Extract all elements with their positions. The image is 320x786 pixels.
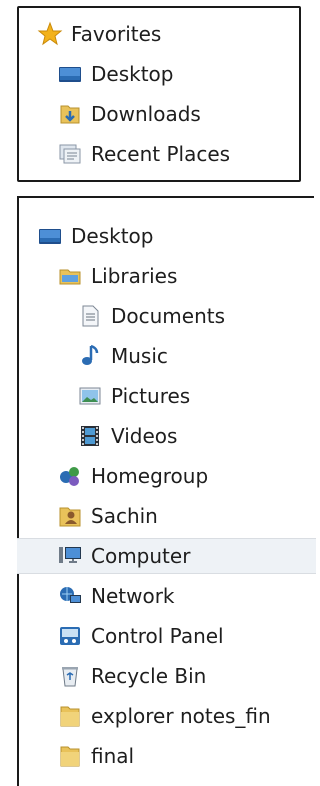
tree-item-label: Homegroup bbox=[91, 464, 209, 488]
user-folder-icon bbox=[57, 503, 83, 529]
favorites-header-label: Favorites bbox=[71, 22, 162, 46]
videos-icon bbox=[77, 423, 103, 449]
tree-item-label: Documents bbox=[111, 304, 226, 328]
navigation-tree-panel: Desktop Libraries Documents Music Pictur… bbox=[17, 196, 316, 786]
tree-item-desktop[interactable]: Desktop bbox=[37, 218, 153, 254]
network-icon bbox=[57, 583, 83, 609]
folder-icon bbox=[57, 703, 83, 729]
fav-item-label: Recent Places bbox=[91, 142, 231, 166]
tree-item-sachin[interactable]: Sachin bbox=[57, 498, 158, 534]
tree-item-pictures[interactable]: Pictures bbox=[77, 378, 190, 414]
homegroup-icon bbox=[57, 463, 83, 489]
tree-item-label: final bbox=[91, 744, 135, 768]
libraries-icon bbox=[57, 263, 83, 289]
recent-places-icon bbox=[57, 141, 83, 167]
tree-item-control-panel[interactable]: Control Panel bbox=[57, 618, 224, 654]
desktop-icon bbox=[57, 61, 83, 87]
tree-item-label: Control Panel bbox=[91, 624, 224, 648]
tree-item-music[interactable]: Music bbox=[77, 338, 168, 374]
fav-item-label: Desktop bbox=[91, 62, 174, 86]
tree-item-computer[interactable]: Computer bbox=[17, 538, 316, 574]
tree-item-final[interactable]: final bbox=[57, 738, 134, 774]
tree-item-label: Computer bbox=[91, 544, 191, 568]
favorites-header[interactable]: Favorites bbox=[37, 16, 161, 52]
star-icon bbox=[37, 21, 63, 47]
desktop-icon bbox=[37, 223, 63, 249]
fav-item-downloads[interactable]: Downloads bbox=[57, 96, 201, 132]
tree-item-label: Libraries bbox=[91, 264, 178, 288]
tree-item-libraries[interactable]: Libraries bbox=[57, 258, 177, 294]
tree-item-label: Recycle Bin bbox=[91, 664, 207, 688]
computer-icon bbox=[57, 543, 83, 569]
tree-item-label: Pictures bbox=[111, 384, 191, 408]
recycle-bin-icon bbox=[57, 663, 83, 689]
fav-item-recent-places[interactable]: Recent Places bbox=[57, 136, 230, 172]
tree-item-recycle-bin[interactable]: Recycle Bin bbox=[57, 658, 206, 694]
pictures-icon bbox=[77, 383, 103, 409]
control-panel-icon bbox=[57, 623, 83, 649]
tree-item-videos[interactable]: Videos bbox=[77, 418, 177, 454]
fav-item-desktop[interactable]: Desktop bbox=[57, 56, 173, 92]
fav-item-label: Downloads bbox=[91, 102, 201, 126]
music-icon bbox=[77, 343, 103, 369]
downloads-folder-icon bbox=[57, 101, 83, 127]
tree-item-label: Network bbox=[91, 584, 175, 608]
tree-item-label: Music bbox=[111, 344, 168, 368]
documents-icon bbox=[77, 303, 103, 329]
tree-item-label: explorer notes_fin bbox=[91, 704, 271, 728]
tree-item-label: Videos bbox=[111, 424, 178, 448]
tree-item-explorer-notes-fin[interactable]: explorer notes_fin bbox=[57, 698, 271, 734]
tree-item-label: Desktop bbox=[71, 224, 154, 248]
tree-item-homegroup[interactable]: Homegroup bbox=[57, 458, 208, 494]
tree-item-label: Sachin bbox=[91, 504, 158, 528]
tree-item-documents[interactable]: Documents bbox=[77, 298, 225, 334]
favorites-panel: Favorites Desktop Downloads Recent Place… bbox=[17, 6, 301, 182]
folder-icon bbox=[57, 743, 83, 769]
tree-item-network[interactable]: Network bbox=[57, 578, 175, 614]
